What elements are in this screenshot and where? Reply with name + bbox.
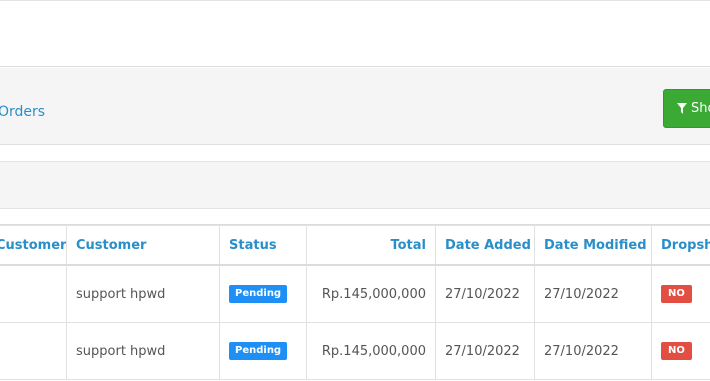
- cell-customer-id: [0, 265, 67, 323]
- filter-button[interactable]: Sho: [663, 89, 710, 128]
- cell-date-modified: 27/10/2022: [535, 265, 652, 323]
- top-panel: [0, 0, 710, 67]
- panel-heading: [0, 68, 710, 145]
- table-header-row: Customer ID Customer Status Total Date A…: [0, 226, 710, 266]
- status-badge: Pending: [229, 285, 287, 303]
- dropship-badge: NO: [661, 342, 692, 360]
- orders-table: Customer ID Customer Status Total Date A…: [0, 225, 710, 380]
- column-header-total[interactable]: Total: [307, 226, 436, 266]
- cell-total: Rp.145,000,000: [307, 323, 436, 380]
- cell-customer-id: [0, 323, 67, 380]
- cell-dropship: NO: [652, 265, 710, 323]
- column-header-date-modified[interactable]: Date Modified: [535, 226, 652, 266]
- orders-table-container: Customer ID Customer Status Total Date A…: [0, 224, 710, 381]
- cell-date-modified: 27/10/2022: [535, 323, 652, 380]
- column-header-date-added[interactable]: Date Added: [436, 226, 535, 266]
- column-header-customer-id[interactable]: Customer ID: [0, 226, 67, 266]
- cell-status: Pending: [220, 323, 307, 380]
- cell-customer: support hpwd: [67, 323, 220, 380]
- dropship-badge: NO: [661, 285, 692, 303]
- filter-bar: [0, 161, 710, 209]
- cell-total: Rp.145,000,000: [307, 265, 436, 323]
- cell-date-added: 27/10/2022: [436, 265, 535, 323]
- table-row[interactable]: support hpwd Pending Rp.145,000,000 27/1…: [0, 323, 710, 380]
- column-header-status[interactable]: Status: [220, 226, 307, 266]
- cell-dropship: NO: [652, 323, 710, 380]
- cell-status: Pending: [220, 265, 307, 323]
- column-header-customer[interactable]: Customer: [67, 226, 220, 266]
- cell-date-added: 27/10/2022: [436, 323, 535, 380]
- filter-button-label: Sho: [691, 101, 710, 116]
- table-row[interactable]: support hpwd Pending Rp.145,000,000 27/1…: [0, 265, 710, 323]
- breadcrumb-orders-link[interactable]: Orders: [0, 104, 45, 120]
- cell-customer: support hpwd: [67, 265, 220, 323]
- status-badge: Pending: [229, 342, 287, 360]
- filter-icon: [677, 103, 687, 114]
- column-header-dropship[interactable]: Dropship: [652, 226, 710, 266]
